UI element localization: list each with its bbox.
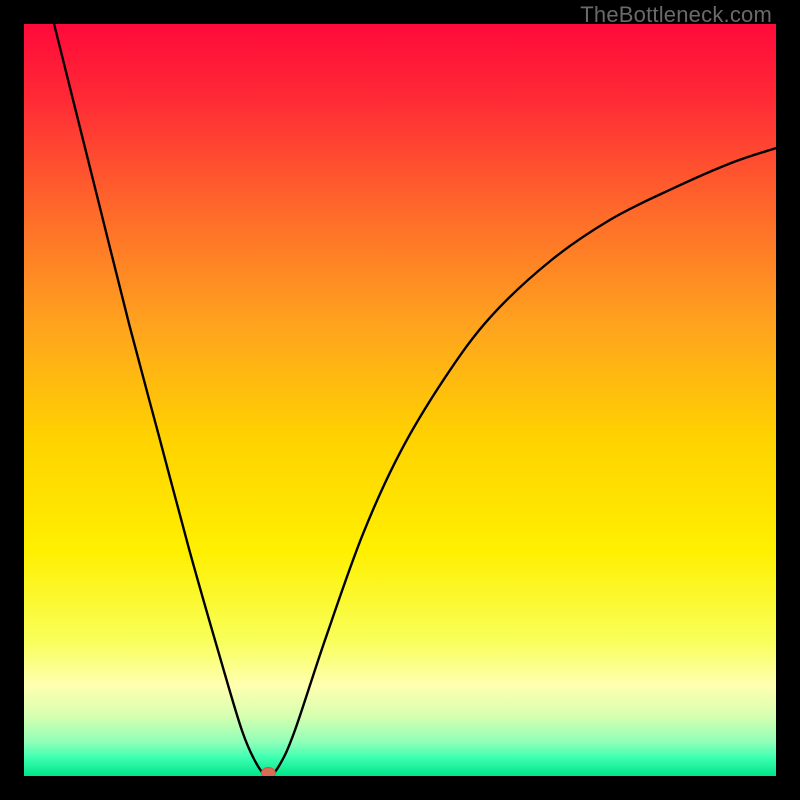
chart-background <box>24 24 776 776</box>
minimum-marker <box>261 768 275 777</box>
chart-frame <box>24 24 776 776</box>
bottleneck-chart <box>24 24 776 776</box>
